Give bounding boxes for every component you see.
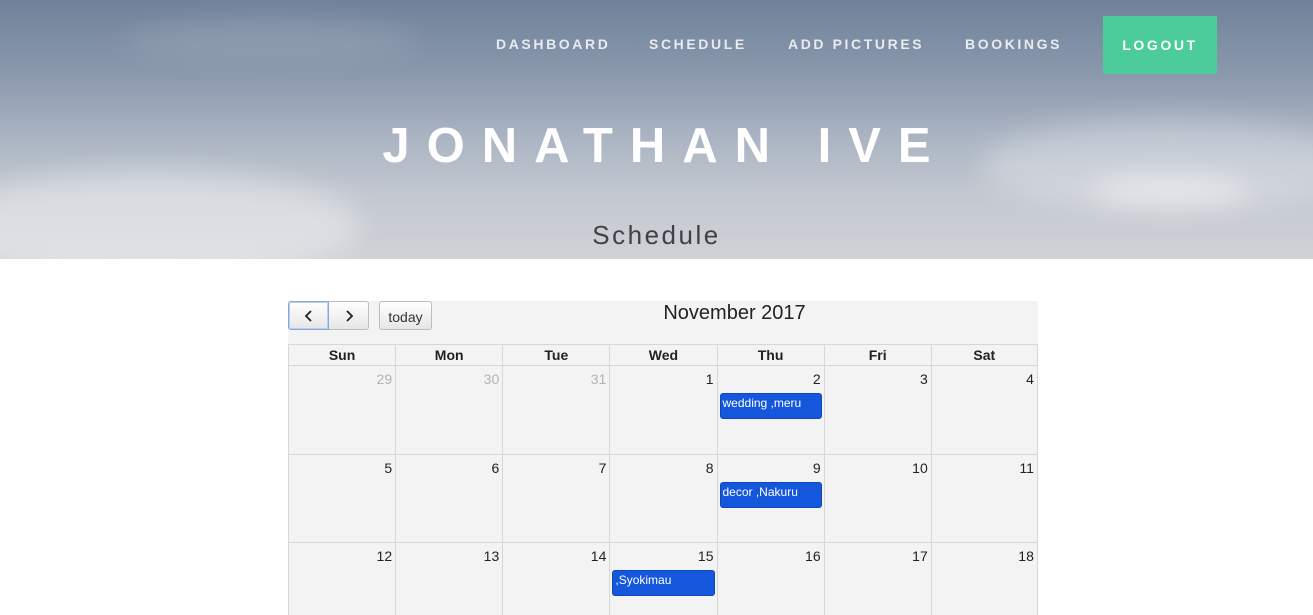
calendar-day-cell[interactable]: 12 [288, 543, 395, 615]
calendar-day-cell[interactable]: 16 [716, 543, 824, 615]
calendar-grid: 29 30 31 1 2 wedding ,meru 3 4 5 6 7 8 9 decor ,Nakur… [288, 366, 1038, 615]
calendar-day-cell[interactable]: 9 decor ,Nakuru [716, 454, 824, 544]
day-number: 4 [1026, 371, 1034, 387]
day-number: 5 [384, 459, 393, 476]
day-number: 7 [598, 459, 607, 476]
day-number: 10 [912, 459, 928, 476]
calendar-day-cell[interactable]: 5 [288, 454, 396, 544]
calendar-toolbar: today November 2017 [288, 301, 1038, 344]
calendar-day-cell[interactable]: 1 [609, 366, 717, 455]
cloud-decoration [1090, 175, 1250, 205]
nav-link-schedule[interactable]: SCHEDULE [649, 36, 747, 54]
weekday-label: Thu [716, 344, 824, 366]
month-title: November 2017 [663, 302, 806, 324]
cloud-decoration [120, 20, 420, 60]
day-number: 16 [805, 548, 821, 565]
page-heading: Schedule [592, 220, 721, 250]
weekday-label: Tue [502, 344, 610, 366]
day-number: 29 [376, 371, 393, 387]
calendar-day-cell[interactable]: 13 [395, 543, 502, 615]
calendar-week: 5 6 7 8 9 decor ,Nakuru 10 11 [288, 454, 1038, 544]
day-number: 17 [912, 548, 928, 565]
hero-banner: DASHBOARD SCHEDULE ADD PICTURES BOOKINGS… [0, 0, 1313, 259]
calendar-day-cell[interactable]: 8 [609, 454, 717, 544]
calendar-day-cell[interactable]: 31 [502, 366, 610, 455]
calendar-day-cell[interactable]: 10 [823, 454, 931, 544]
calendar-day-cell[interactable]: 2 wedding ,meru [716, 366, 824, 455]
calendar-day-cell[interactable]: 15 ,Syokimau [609, 543, 716, 615]
day-number: 11 [1019, 459, 1034, 476]
day-number: 30 [483, 371, 500, 387]
day-number: 12 [376, 548, 393, 565]
day-number: 14 [590, 548, 607, 565]
weekday-label: Sat [930, 344, 1038, 366]
day-number: 8 [705, 459, 714, 476]
nav-link-dashboard[interactable]: DASHBOARD [496, 36, 610, 54]
weekday-header: Sun Mon Tue Wed Thu Fri Sat [288, 344, 1038, 366]
calendar-event[interactable]: wedding ,meru [719, 393, 822, 419]
day-number: 2 [812, 371, 821, 387]
calendar-day-cell[interactable]: 30 [395, 366, 503, 455]
calendar-week: 29 30 31 1 2 wedding ,meru 3 4 [288, 366, 1038, 455]
calendar-event[interactable]: ,Syokimau [612, 570, 715, 597]
day-number: 15 [697, 548, 714, 565]
weekday-label: Sun [288, 344, 396, 366]
calendar-week: 12 13 14 15 ,Syokimau 16 17 18 [288, 543, 1038, 615]
calendar-day-cell[interactable]: 6 [395, 454, 503, 544]
logout-button[interactable]: LOGOUT [1103, 16, 1217, 74]
calendar-day-cell[interactable]: 7 [502, 454, 610, 544]
day-number: 1 [705, 371, 714, 387]
site-title: JONATHAN IVE [382, 119, 948, 173]
calendar-day-cell[interactable]: 14 [502, 543, 609, 615]
calendar-day-cell[interactable]: 11 [930, 454, 1038, 544]
calendar-event[interactable]: decor ,Nakuru [719, 481, 822, 508]
day-number: 9 [812, 459, 821, 476]
calendar-day-cell[interactable]: 29 [288, 366, 396, 455]
weekday-label: Fri [823, 344, 931, 366]
day-number: 6 [491, 459, 500, 476]
calendar: today November 2017 Sun Mon Tue Wed Thu … [288, 301, 1038, 615]
calendar-day-cell[interactable]: 4 [930, 366, 1038, 455]
day-number: 13 [483, 548, 500, 565]
nav-link-add-pictures[interactable]: ADD PICTURES [788, 36, 924, 54]
calendar-day-cell[interactable]: 3 [823, 366, 931, 455]
calendar-day-cell[interactable]: 17 [823, 543, 931, 615]
day-number: 3 [919, 371, 928, 387]
day-number: 31 [590, 371, 607, 387]
weekday-label: Wed [609, 344, 717, 366]
weekday-label: Mon [395, 344, 503, 366]
day-number: 18 [1018, 548, 1034, 565]
nav-link-bookings[interactable]: BOOKINGS [965, 36, 1062, 54]
calendar-day-cell[interactable]: 18 [930, 543, 1038, 615]
